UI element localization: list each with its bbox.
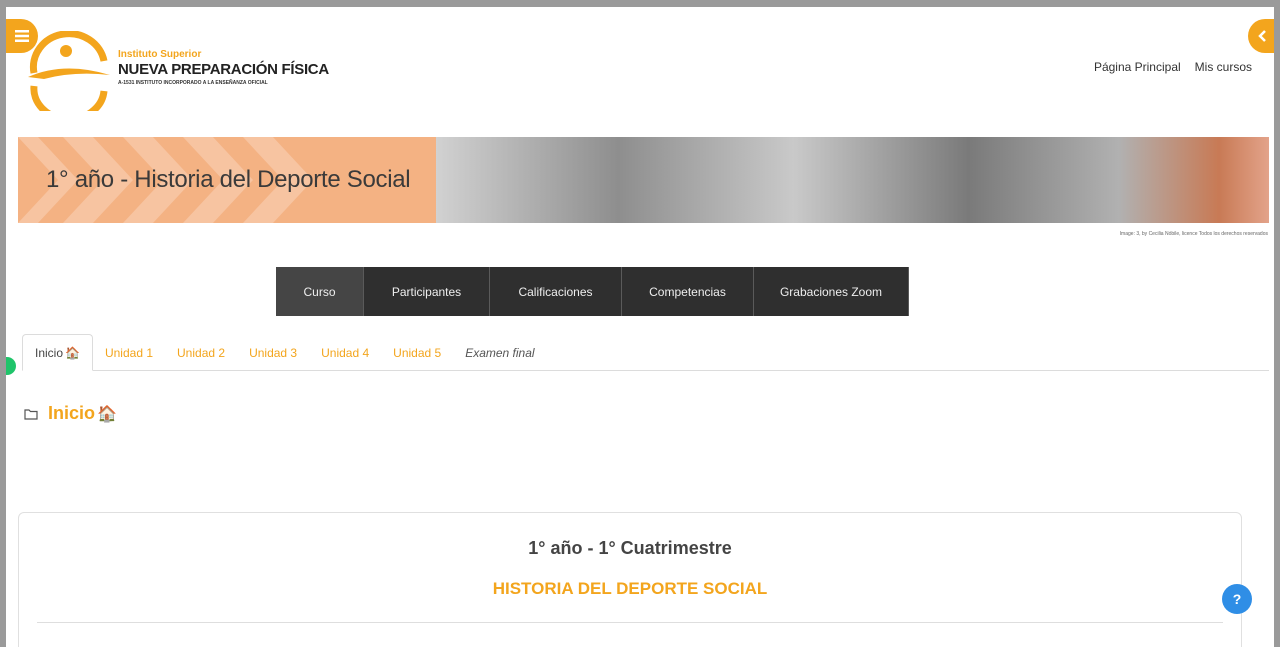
banner-credit: Image: 3, by Cecilia Nóbile, licence Tod…: [1119, 231, 1268, 237]
course-nav-curso[interactable]: Curso: [276, 267, 364, 316]
house-icon: 🏠: [97, 406, 117, 423]
card-divider: [37, 622, 1223, 623]
tab-unidad-2[interactable]: Unidad 2: [165, 335, 237, 370]
house-icon: 🏠: [65, 345, 80, 360]
course-nav-participantes[interactable]: Participantes: [364, 267, 490, 316]
nav-my-courses-link[interactable]: Mis cursos: [1195, 60, 1252, 74]
course-nav-calificaciones[interactable]: Calificaciones: [490, 267, 622, 316]
tab-unidad-3[interactable]: Unidad 3: [237, 335, 309, 370]
course-navigation: Curso Participantes Calificaciones Compe…: [276, 267, 909, 316]
help-button[interactable]: ?: [1222, 584, 1252, 614]
section-heading: Inicio 🏠: [24, 403, 117, 424]
course-summary-card: 1° año - 1° Cuatrimestre HISTORIA DEL DE…: [18, 512, 1242, 647]
tab-inicio-label: Inicio: [35, 345, 64, 360]
help-icon: ?: [1232, 591, 1242, 607]
section-title-link[interactable]: Inicio 🏠: [48, 403, 117, 424]
section-title-label: Inicio: [48, 403, 96, 423]
chevron-left-icon: [1258, 30, 1266, 42]
card-title: HISTORIA DEL DEPORTE SOCIAL: [492, 579, 768, 598]
tab-unidad-4[interactable]: Unidad 4: [309, 335, 381, 370]
top-navigation: Página Principal Mis cursos: [1094, 60, 1252, 74]
course-title: 1° año - Historia del Deporte Social: [46, 166, 411, 193]
course-nav-grabaciones-zoom[interactable]: Grabaciones Zoom: [754, 267, 909, 316]
logo-emblem-icon: [28, 30, 110, 123]
course-nav-competencias[interactable]: Competencias: [622, 267, 754, 316]
nav-home-link[interactable]: Página Principal: [1094, 60, 1181, 74]
folder-icon[interactable]: [24, 408, 38, 420]
tab-unidad-1[interactable]: Unidad 1: [93, 335, 165, 370]
logo-line3: A-1531 INSTITUTO INCORPORADO A LA ENSEÑA…: [118, 80, 268, 86]
card-subtitle: 1° año - 1° Cuatrimestre: [528, 538, 732, 558]
logo-text: Instituto Superior NUEVA PREPARACIÓN FÍS…: [118, 49, 329, 87]
logo-line1: Instituto Superior: [118, 49, 202, 60]
section-tabs: Inicio 🏠 Unidad 1 Unidad 2 Unidad 3 Unid…: [22, 334, 1269, 371]
course-banner: 1° año - Historia del Deporte Social: [18, 137, 1269, 223]
tab-unidad-5[interactable]: Unidad 5: [381, 335, 453, 370]
tab-inicio[interactable]: Inicio 🏠: [22, 334, 93, 371]
status-indicator-dot: [6, 357, 16, 375]
right-drawer-toggle-button[interactable]: [1248, 19, 1274, 53]
logo-line2: NUEVA PREPARACIÓN FÍSICA: [118, 61, 329, 78]
tab-examen-final[interactable]: Examen final: [453, 335, 546, 370]
page-frame: Instituto Superior NUEVA PREPARACIÓN FÍS…: [6, 7, 1274, 647]
